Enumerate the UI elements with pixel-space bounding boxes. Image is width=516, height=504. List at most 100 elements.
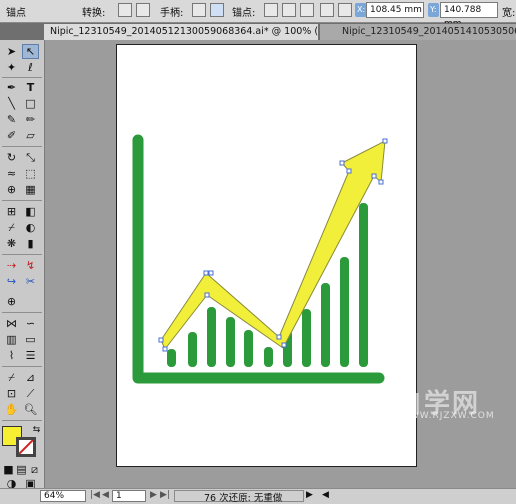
direct-selection-tool-icon[interactable]: ↖ <box>22 44 39 59</box>
anchor-point <box>162 346 168 352</box>
anchor-title: 锚点 <box>6 8 26 19</box>
convert-label: 转换: <box>82 8 106 19</box>
tool-divider <box>2 77 42 78</box>
line-graph-icon[interactable]: ⌇ <box>3 348 20 363</box>
scroll-left-icon[interactable]: ◀ <box>322 490 329 500</box>
type-icon[interactable]: T <box>22 80 39 95</box>
tool-divider <box>2 366 42 367</box>
swap-fill-stroke-icon[interactable]: ⇆ <box>28 422 45 437</box>
join-icon[interactable]: ↪ <box>3 274 20 289</box>
bar-graph-icon[interactable]: ▭ <box>22 332 39 347</box>
measure-icon[interactable]: ⊿ <box>22 370 39 385</box>
magic-wand-icon[interactable]: ✦ <box>3 60 20 75</box>
stroke-swatch[interactable] <box>16 437 36 457</box>
none-stroke-icon <box>19 440 33 454</box>
anchor-point <box>276 334 282 340</box>
perspective-grid-icon[interactable]: ▦ <box>22 182 39 197</box>
prev-page-icon[interactable]: ◀ <box>102 490 109 500</box>
chart-bar <box>359 203 368 367</box>
eyedropper-icon[interactable]: ⌿ <box>3 220 20 235</box>
eyedropper-alt-icon[interactable]: ⌿ <box>3 370 20 385</box>
tools-panel: ➤ ↖ ✦ ℓ ✒ T ╲ □ ✎ ✏ ✐ ▱ ↻ ⤡ ≈ ⬚ ⊕ ▦ ⊞ ◧ … <box>0 40 45 490</box>
rectangle-icon[interactable]: □ <box>22 96 39 111</box>
connect-anchor-icon[interactable] <box>282 3 296 17</box>
remove-anchor-icon[interactable] <box>264 3 278 17</box>
anchor-point <box>281 342 287 348</box>
watermark-url: WWW.RJZXW.COM <box>400 411 495 421</box>
control-bar: 锚点 转换: 手柄: 锚点: X: 108.45 mm Y: 140.788 m… <box>0 0 516 29</box>
width-label: 宽: <box>502 8 516 19</box>
gradient-icon[interactable]: ◧ <box>22 204 39 219</box>
chart-bar <box>302 309 311 367</box>
chart-bar <box>340 257 349 367</box>
symbol-sprayer-icon[interactable]: ❋ <box>3 236 20 251</box>
selection-tool-icon[interactable]: ➤ <box>3 44 20 59</box>
status-text: 76 次还原: 无重做 <box>204 493 283 504</box>
scale-icon[interactable]: ⤡ <box>22 150 39 165</box>
status-menu-icon[interactable]: ▶ <box>306 490 313 500</box>
handle-label: 手柄: <box>160 8 184 19</box>
chart-bar <box>207 307 216 367</box>
hide-handles-icon[interactable] <box>210 3 224 17</box>
target-icon[interactable]: ⊕ <box>3 294 20 309</box>
anchor-point <box>204 292 210 298</box>
tool-divider <box>2 146 42 147</box>
stacked-graph-icon[interactable]: ▥ <box>3 332 20 347</box>
anchor-point <box>382 138 388 144</box>
reshape-icon[interactable]: ↯ <box>22 258 39 273</box>
slice-icon[interactable]: ⟋ <box>22 386 39 401</box>
blend-icon[interactable]: ◐ <box>22 220 39 235</box>
width-tool-icon[interactable]: ⇢ <box>3 258 20 273</box>
tool-divider <box>2 200 42 201</box>
line-icon[interactable]: ╲ <box>3 96 20 111</box>
free-transform-icon[interactable]: ⬚ <box>22 166 39 181</box>
tool-divider <box>2 254 42 255</box>
page-field[interactable]: 1 <box>112 490 146 502</box>
blob-brush-icon[interactable]: ✐ <box>3 128 20 143</box>
anchor-point <box>203 270 209 276</box>
anchor-point <box>339 160 345 166</box>
column-graph-icon[interactable]: ▮ <box>22 236 39 251</box>
chart-bar <box>167 349 176 367</box>
twist-icon[interactable]: ∽ <box>22 316 39 331</box>
none-mode-icon[interactable]: ⧄ <box>26 462 43 477</box>
paintbrush-icon[interactable]: ✎ <box>3 112 20 127</box>
chart-bar <box>321 283 330 367</box>
anchor-point <box>208 270 214 276</box>
cut-path-icon[interactable] <box>300 3 314 17</box>
transform-icon[interactable] <box>338 3 352 17</box>
last-page-icon[interactable]: ▶| <box>160 490 170 500</box>
convert-smooth-icon[interactable] <box>136 3 150 17</box>
zoom-icon[interactable]: 🔍︎ <box>22 402 39 417</box>
artboard-icon[interactable]: ⊡ <box>3 386 20 401</box>
zoom-field[interactable]: 64% <box>40 490 86 502</box>
tab-document-2[interactable]: Nipic_12310549_201405141053050633 <box>320 24 516 40</box>
shape-builder-icon[interactable]: ⊕ <box>3 182 20 197</box>
eraser-icon[interactable]: ▱ <box>22 128 39 143</box>
mesh-icon[interactable]: ⊞ <box>3 204 20 219</box>
align-icon[interactable] <box>320 3 334 17</box>
list-icon[interactable]: ☰ <box>22 348 39 363</box>
anchor-point <box>371 173 377 179</box>
tool-divider <box>2 420 42 421</box>
lasso-icon[interactable]: ℓ <box>22 60 39 75</box>
first-page-icon[interactable]: |◀ <box>90 490 100 500</box>
x-field[interactable]: 108.45 mm <box>366 2 424 18</box>
pencil-icon[interactable]: ✏ <box>22 112 39 127</box>
anchor-point <box>158 337 164 343</box>
scissors-icon[interactable]: ✂ <box>22 274 39 289</box>
chart-bar <box>226 317 235 367</box>
rotate-icon[interactable]: ↻ <box>3 150 20 165</box>
pen-icon[interactable]: ✒ <box>3 80 20 95</box>
status-bar: 64% |◀ ◀ 1 ▶ ▶| 76 次还原: 无重做 ▶ ◀ <box>0 488 516 504</box>
tab-document-1[interactable]: Nipic_12310549_20140512130059068364.ai* … <box>44 24 318 40</box>
show-handles-icon[interactable] <box>192 3 206 17</box>
warp-icon[interactable]: ≈ <box>3 166 20 181</box>
hand-icon[interactable]: ✋ <box>3 402 20 417</box>
anchor-point <box>378 179 384 185</box>
document-tab-bar: Nipic_12310549_20140512130059068364.ai* … <box>0 23 516 40</box>
wrap-icon[interactable]: ⋈ <box>3 316 20 331</box>
next-page-icon[interactable]: ▶ <box>150 490 157 500</box>
y-field[interactable]: 140.788 mm <box>440 2 498 29</box>
convert-corner-icon[interactable] <box>118 3 132 17</box>
